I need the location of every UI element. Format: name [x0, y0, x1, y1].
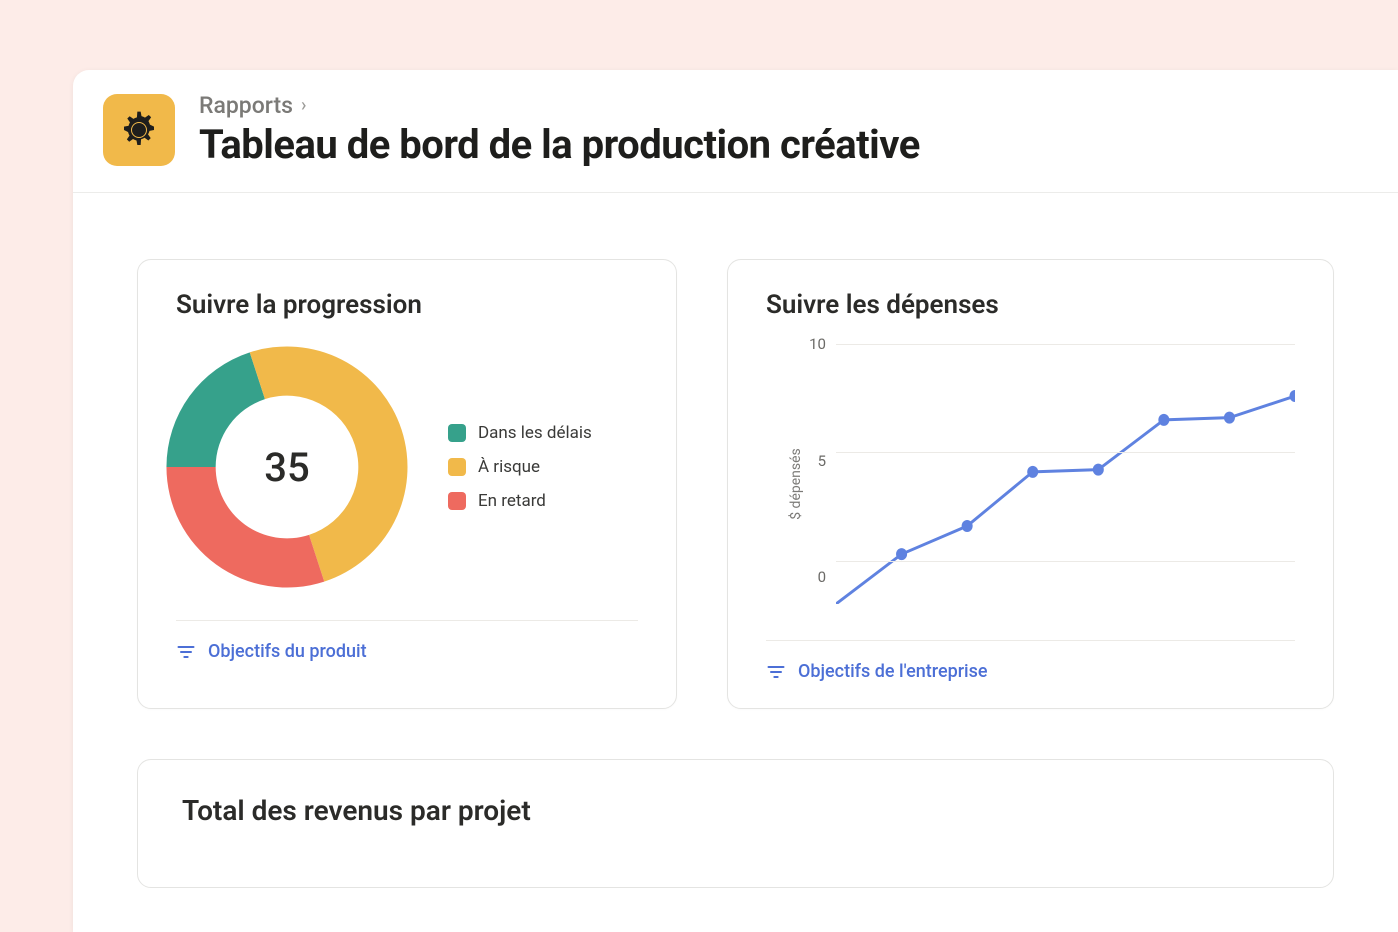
donut-chart: 35	[164, 344, 410, 590]
legend-label: En retard	[478, 491, 546, 511]
legend-item: À risque	[448, 457, 592, 477]
legend-label: Dans les délais	[478, 423, 592, 443]
y-tick: 10	[809, 335, 826, 353]
page-title: Tableau de bord de la production créativ…	[199, 121, 920, 168]
card-title: Suivre les dépenses	[766, 290, 1295, 320]
breadcrumb-item[interactable]: Rapports	[199, 92, 293, 119]
filter-icon	[766, 662, 786, 682]
line-chart: $ dépensés 1050	[766, 344, 1295, 624]
legend-swatch	[448, 492, 466, 510]
donut-legend: Dans les délais À risque En retard	[448, 423, 592, 511]
legend-swatch	[448, 424, 466, 442]
legend-swatch	[448, 458, 466, 476]
card-filter[interactable]: Objectifs du produit	[176, 620, 638, 662]
chevron-right-icon: ›	[301, 95, 306, 116]
dashboard-content: Suivre la progression 35 Dans les délais…	[73, 193, 1398, 888]
filter-label: Objectifs de l'entreprise	[798, 661, 988, 682]
breadcrumb[interactable]: Rapports ›	[199, 92, 920, 119]
y-tick: 5	[818, 452, 826, 470]
filter-label: Objectifs du produit	[208, 641, 367, 662]
y-tick: 0	[818, 568, 826, 586]
y-axis-label: $ dépensés	[788, 448, 804, 520]
legend-item: En retard	[448, 491, 592, 511]
card-title: Suivre la progression	[176, 290, 638, 320]
gear-icon	[103, 94, 175, 166]
filter-icon	[176, 642, 196, 662]
card-progress: Suivre la progression 35 Dans les délais…	[137, 259, 677, 709]
legend-item: Dans les délais	[448, 423, 592, 443]
page-header: Rapports › Tableau de bord de la product…	[73, 70, 1398, 193]
donut-center-value: 35	[164, 344, 410, 590]
legend-label: À risque	[478, 457, 540, 477]
page-window: Rapports › Tableau de bord de la product…	[73, 70, 1398, 932]
card-filter[interactable]: Objectifs de l'entreprise	[766, 640, 1295, 682]
card-title: Total des revenus par projet	[182, 794, 1289, 827]
card-revenue: Total des revenus par projet	[137, 759, 1334, 888]
card-spending: Suivre les dépenses $ dépensés 10 5 0 Obje…	[727, 259, 1334, 709]
